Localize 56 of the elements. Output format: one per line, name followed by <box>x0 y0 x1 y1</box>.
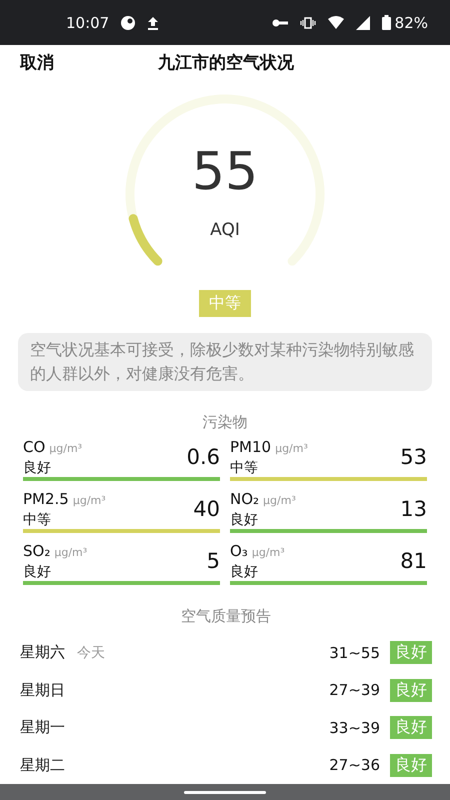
air-description: 空气状况基本可接受，除极少数对某种污染物特别敏感的人群以外，对健康没有危害。 <box>18 333 432 391</box>
status-label: 良好 <box>230 564 258 580</box>
pollutant-value: 53 <box>400 445 427 469</box>
battery-icon <box>382 15 391 30</box>
home-handle[interactable] <box>184 790 266 794</box>
aqi-value: 55 <box>192 142 258 202</box>
aqi-range: 33~39 <box>329 718 380 737</box>
aqi-range: 27~36 <box>329 756 380 774</box>
unit-label: μg/m³ <box>72 494 106 506</box>
battery-percent: 82% <box>394 14 428 32</box>
quality-tag: 良好 <box>390 716 432 740</box>
today-label: 今天 <box>77 644 105 662</box>
key-icon <box>272 18 288 28</box>
pollutant-name: NO₂ <box>230 490 260 508</box>
clock: 10:07 <box>66 14 110 32</box>
pollutant-name: PM2.5 <box>23 490 69 508</box>
unit-label: μg/m³ <box>49 442 82 454</box>
aqi-range: 31~55 <box>329 644 380 662</box>
cancel-button[interactable]: 取消 <box>20 51 54 74</box>
upload-icon <box>147 16 160 30</box>
unit-label: μg/m³ <box>54 546 88 558</box>
section-title: 污染物 <box>202 413 248 431</box>
quality-tag: 良好 <box>390 678 432 702</box>
vibrate-icon <box>300 16 316 28</box>
quality-tag: 良好 <box>390 641 432 664</box>
day-label: 星期六 <box>20 643 65 662</box>
gauge-fill <box>128 214 162 266</box>
aqi-range: 27~39 <box>329 681 380 700</box>
status-label: 良好 <box>23 564 51 580</box>
unit-label: μg/m³ <box>252 546 285 558</box>
day-label: 星期二 <box>20 756 65 775</box>
day-label: 星期一 <box>20 718 65 738</box>
status-label: 良好 <box>23 460 51 476</box>
status-label: 中等 <box>23 512 51 528</box>
pollutant-value: 0.6 <box>186 445 220 469</box>
pollutant-name: SO₂ <box>23 542 50 560</box>
pollutant-value: 81 <box>400 549 427 573</box>
signal-icon <box>356 16 370 30</box>
status-label: 良好 <box>230 512 258 528</box>
aqi-category: 中等 <box>199 290 251 317</box>
status-label: 中等 <box>230 460 258 476</box>
pollutant-name: PM10 <box>230 438 272 456</box>
pollutant-value: 13 <box>400 497 427 521</box>
aqi-label: AQI <box>210 220 240 240</box>
pollutant-value: 5 <box>206 549 220 573</box>
section-title: 空气质量预告 <box>181 607 271 625</box>
pollutant-name: CO <box>23 438 46 456</box>
page-title: 九江市的空气状况 <box>156 53 294 73</box>
day-label: 星期日 <box>20 680 65 700</box>
pollutant-name: O₃ <box>230 542 248 560</box>
wifi-icon <box>328 16 344 29</box>
unit-label: μg/m³ <box>263 494 296 506</box>
pollutant-value: 40 <box>193 497 220 521</box>
quality-tag: 良好 <box>390 754 432 777</box>
unit-label: μg/m³ <box>275 442 308 454</box>
circle-app-icon <box>121 16 136 30</box>
